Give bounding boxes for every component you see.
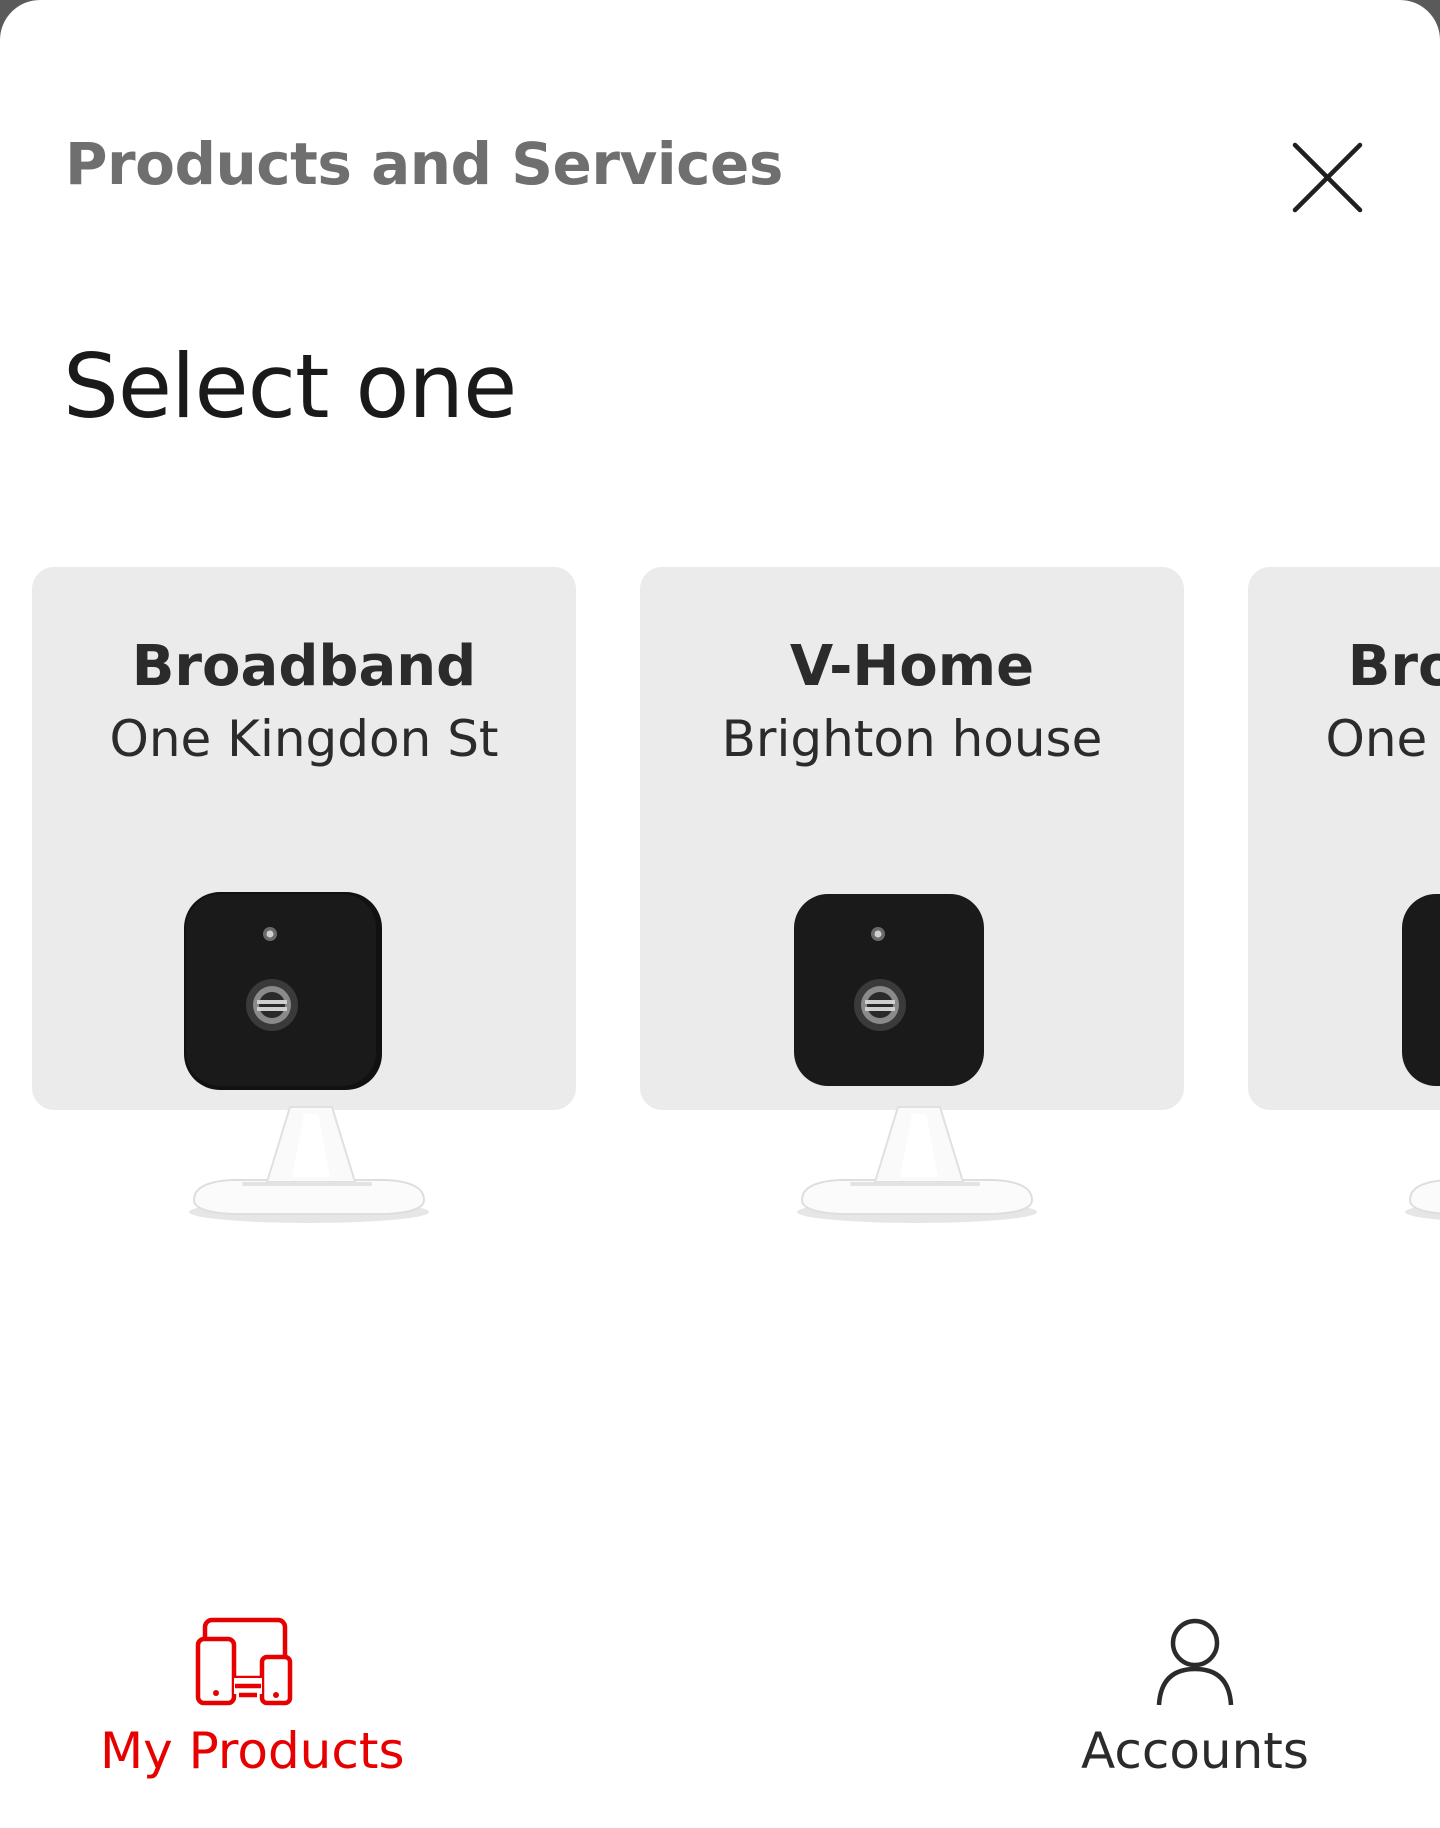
card-subtitle: Brighton house (721, 710, 1103, 768)
page-title: Products and Services (65, 130, 783, 198)
card-title: V-Home (789, 634, 1035, 699)
products-sheet: Products and Services Select one Broadba… (0, 0, 1440, 1828)
nav-item-accounts[interactable]: Accounts (1075, 1595, 1315, 1795)
card-title: Broadband (1347, 634, 1440, 699)
security-camera-image (1388, 892, 1440, 1232)
card-subtitle: One Kingdon St (1325, 710, 1440, 768)
product-carousel[interactable]: Broadband One Kingdon St V-Home Brighton… (0, 567, 1440, 1247)
product-card-broadband-2[interactable]: Broadband One Kingdon St (1248, 567, 1440, 1247)
close-button[interactable] (1285, 135, 1370, 220)
card-subtitle: One Kingdon St (109, 710, 499, 768)
card-title: Broadband (131, 634, 477, 699)
devices-icon (195, 1617, 295, 1707)
security-camera-image (780, 892, 1050, 1232)
nav-item-my-products[interactable]: My Products (100, 1595, 405, 1795)
close-icon (1292, 142, 1363, 213)
product-card-broadband[interactable]: Broadband One Kingdon St (32, 567, 576, 1247)
nav-label-accounts: Accounts (1081, 1722, 1309, 1780)
bottom-navigation: My Products Accounts (0, 1595, 1440, 1828)
person-icon (1145, 1617, 1245, 1707)
security-camera-image (172, 892, 442, 1232)
nav-label-my-products: My Products (100, 1722, 405, 1780)
product-card-vhome[interactable]: V-Home Brighton house (640, 567, 1184, 1247)
section-title: Select one (63, 335, 517, 438)
